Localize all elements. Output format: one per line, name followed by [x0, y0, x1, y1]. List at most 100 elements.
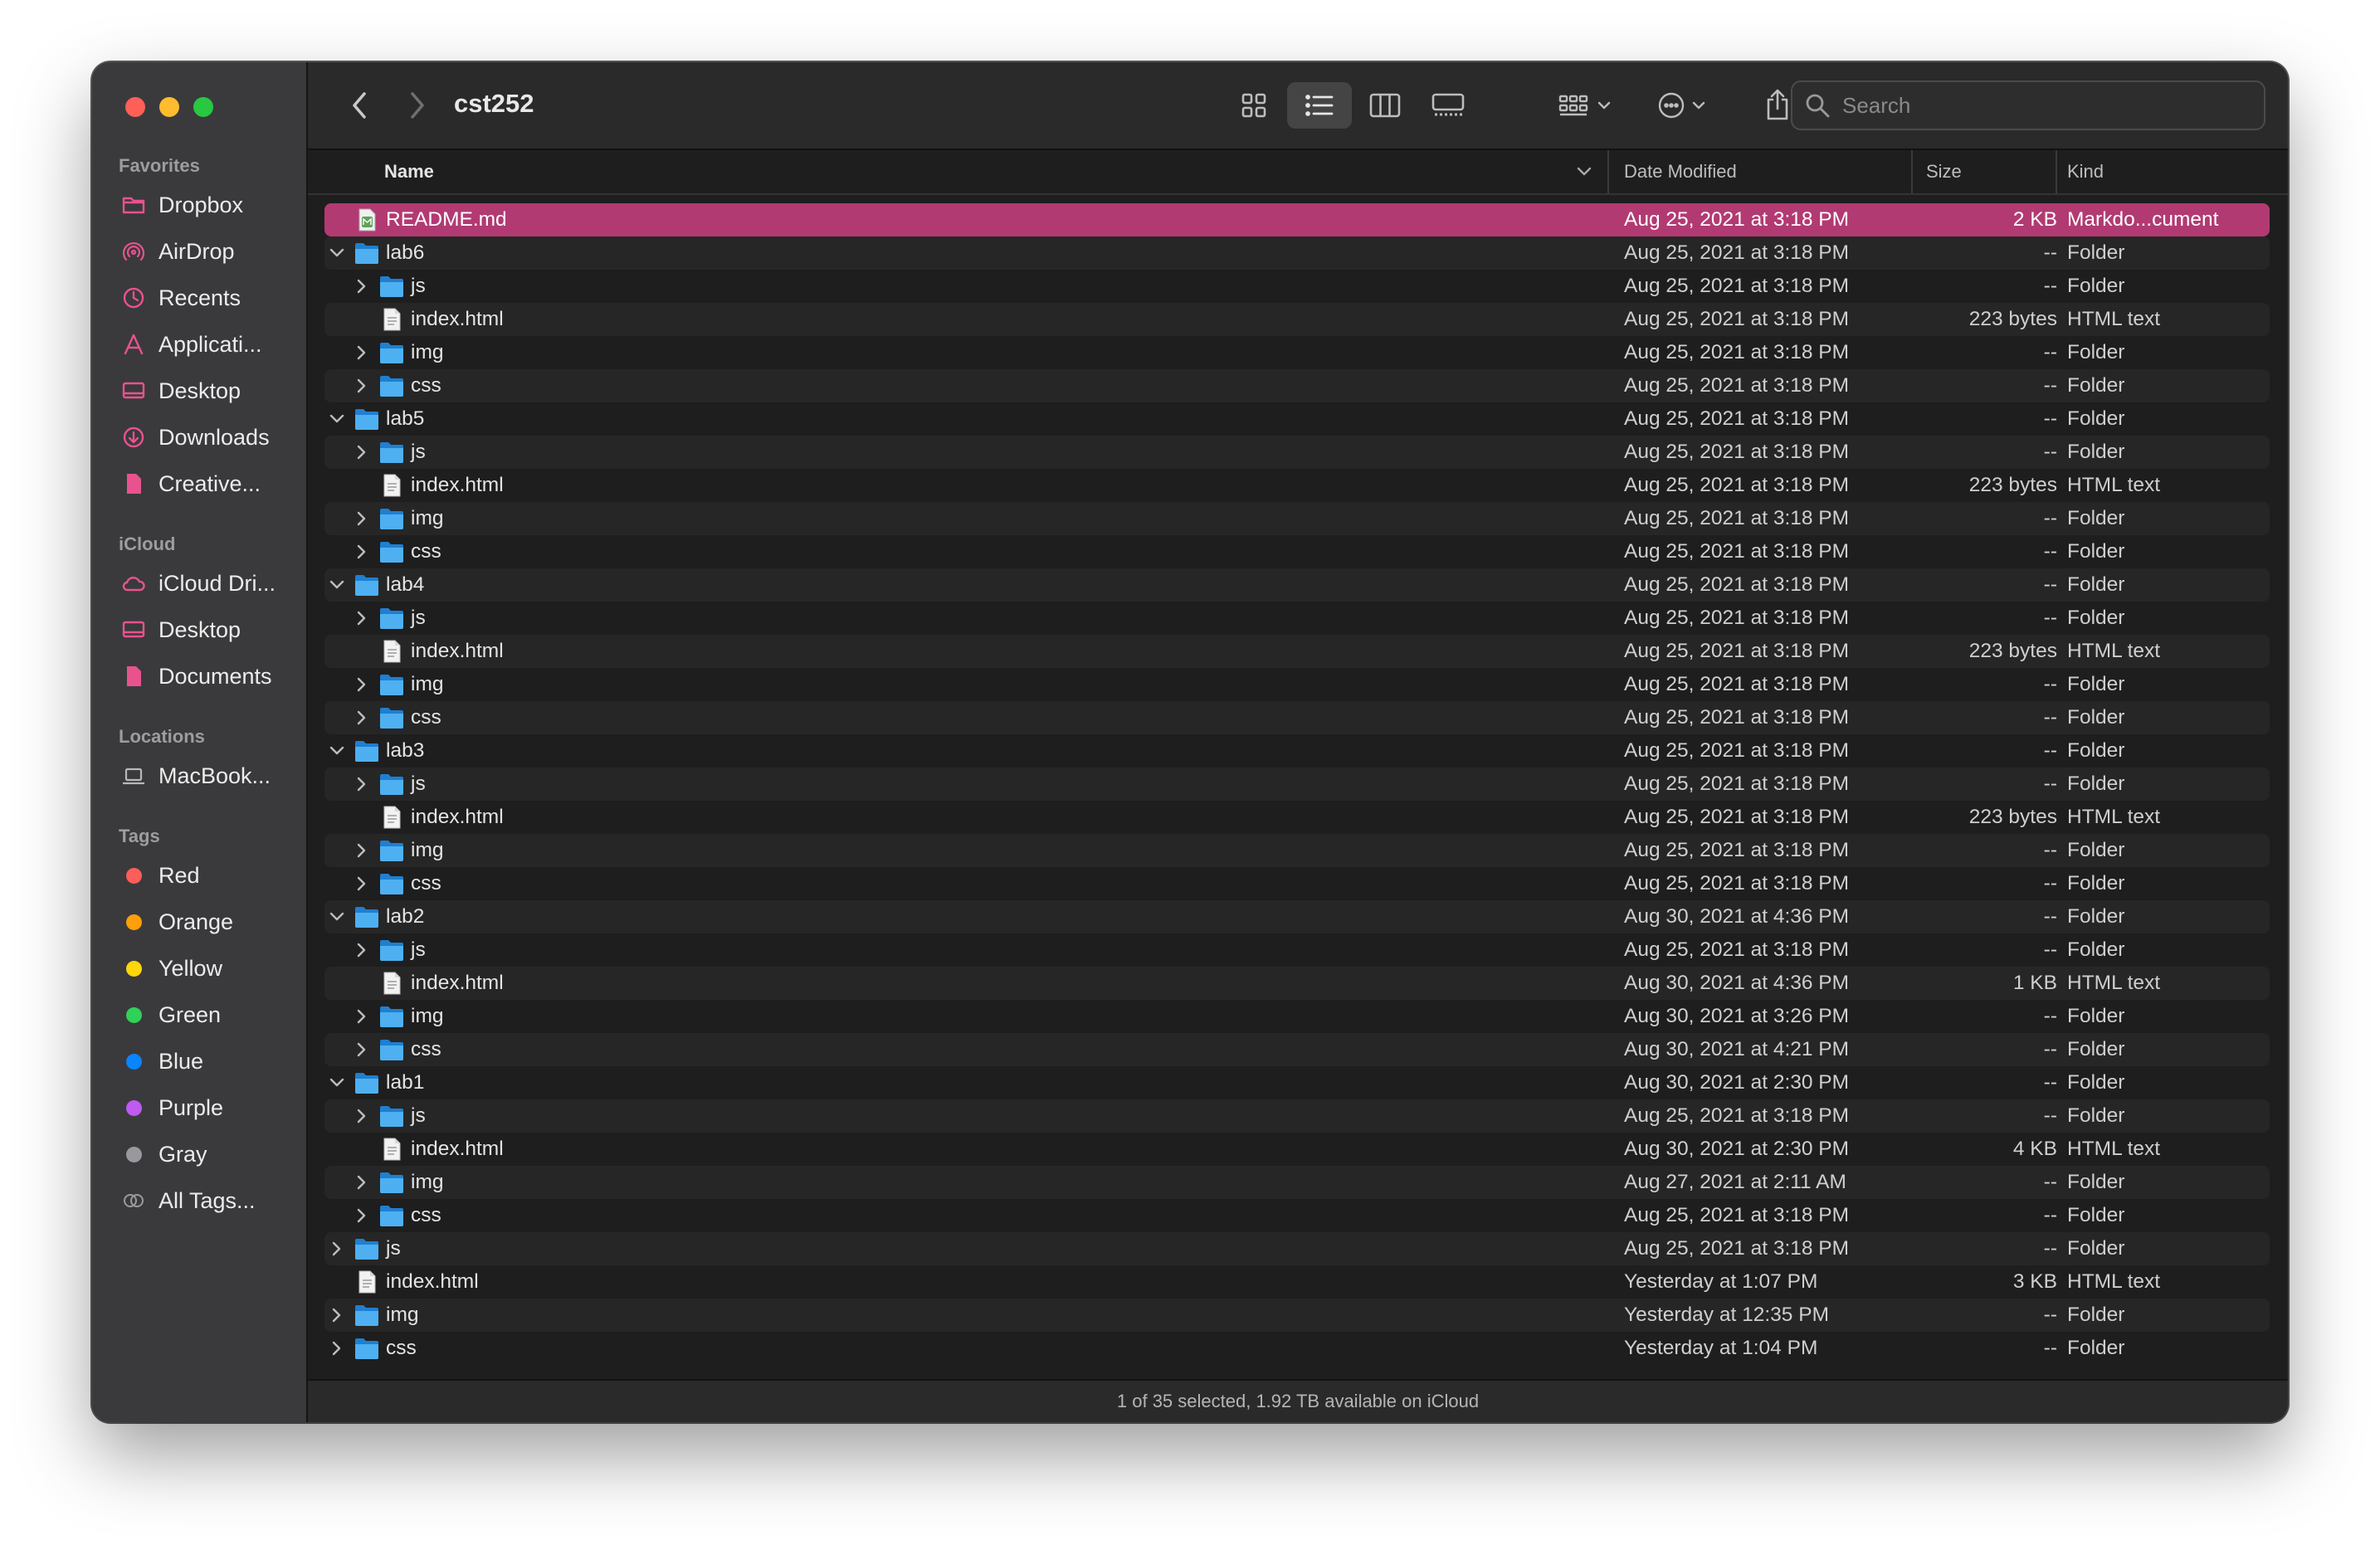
disclosure-collapsed-icon[interactable]	[353, 1206, 371, 1225]
disclosure-expanded-icon[interactable]	[328, 410, 346, 428]
file-row[interactable]: js Aug 25, 2021 at 3:18 PM -- Folder	[324, 602, 2270, 635]
file-row[interactable]: js Aug 25, 2021 at 3:18 PM -- Folder	[324, 1099, 2270, 1133]
file-row[interactable]: css Aug 25, 2021 at 3:18 PM -- Folder	[324, 867, 2270, 900]
disclosure-expanded-icon[interactable]	[328, 576, 346, 594]
column-view-button[interactable]	[1360, 82, 1410, 129]
file-row[interactable]: index.html Aug 25, 2021 at 3:18 PM 223 byt…	[324, 635, 2270, 668]
sidebar-item-all-tags[interactable]: All Tags...	[120, 1184, 295, 1217]
forward-button[interactable]	[399, 87, 436, 124]
group-by-button[interactable]	[1553, 82, 1619, 129]
disclosure-collapsed-icon[interactable]	[353, 775, 371, 793]
disclosure-collapsed-icon[interactable]	[353, 709, 371, 727]
file-row[interactable]: index.html Yesterday at 1:07 PM 3 KB HTML t…	[324, 1265, 2270, 1299]
sidebar-item-orange[interactable]: Orange	[120, 905, 295, 938]
disclosure-collapsed-icon[interactable]	[353, 509, 371, 528]
sidebar-item-macbook[interactable]: MacBook...	[120, 759, 295, 792]
file-row[interactable]: img Aug 30, 2021 at 3:26 PM -- Folder	[324, 1000, 2270, 1033]
sidebar-item-documents[interactable]: Documents	[120, 660, 295, 693]
disclosure-collapsed-icon[interactable]	[353, 344, 371, 362]
disclosure-collapsed-icon[interactable]	[353, 1007, 371, 1026]
file-row[interactable]: img Aug 25, 2021 at 3:18 PM -- Folder	[324, 668, 2270, 701]
disclosure-collapsed-icon[interactable]	[353, 443, 371, 461]
file-row[interactable]: index.html Aug 30, 2021 at 2:30 PM 4 KB HTM…	[324, 1133, 2270, 1166]
column-date-header[interactable]: Date Modified	[1624, 150, 1737, 193]
sidebar-item-icloud-dri[interactable]: iCloud Dri...	[120, 567, 295, 600]
column-divider[interactable]	[2056, 150, 2057, 193]
icon-view-button[interactable]	[1229, 82, 1279, 129]
column-kind-header[interactable]: Kind	[2067, 150, 2104, 193]
sidebar-item-gray[interactable]: Gray	[120, 1138, 295, 1171]
file-row[interactable]: img Aug 27, 2021 at 2:11 AM -- Folder	[324, 1166, 2270, 1199]
file-row[interactable]: js Aug 25, 2021 at 3:18 PM -- Folder	[324, 933, 2270, 967]
file-row[interactable]: css Aug 25, 2021 at 3:18 PM -- Folder	[324, 1199, 2270, 1232]
file-row[interactable]: js Aug 25, 2021 at 3:18 PM -- Folder	[324, 1232, 2270, 1265]
file-row[interactable]: lab4 Aug 25, 2021 at 3:18 PM -- Folder	[324, 568, 2270, 602]
file-row[interactable]: lab6 Aug 25, 2021 at 3:18 PM -- Folder	[324, 236, 2270, 270]
file-row[interactable]: css Yesterday at 1:04 PM -- Folder	[324, 1332, 2270, 1365]
file-row[interactable]: img Yesterday at 12:35 PM -- Folder	[324, 1299, 2270, 1332]
file-row[interactable]: lab2 Aug 30, 2021 at 4:36 PM -- Folder	[324, 900, 2270, 933]
file-row[interactable]: lab1 Aug 30, 2021 at 2:30 PM -- Folder	[324, 1066, 2270, 1099]
sidebar-item-downloads[interactable]: Downloads	[120, 421, 295, 454]
file-row[interactable]: img Aug 25, 2021 at 3:18 PM -- Folder	[324, 502, 2270, 535]
sidebar-item-applicati[interactable]: Applicati...	[120, 328, 295, 361]
zoom-window-button[interactable]	[193, 97, 213, 117]
disclosure-collapsed-icon[interactable]	[328, 1240, 346, 1258]
search-field[interactable]	[1791, 80, 2265, 130]
file-list[interactable]: README.md Aug 25, 2021 at 3:18 PM 2 KB Mark…	[324, 203, 2270, 1365]
disclosure-collapsed-icon[interactable]	[353, 1173, 371, 1192]
file-row[interactable]: css Aug 30, 2021 at 4:21 PM -- Folder	[324, 1033, 2270, 1066]
disclosure-expanded-icon[interactable]	[328, 908, 346, 926]
file-row[interactable]: css Aug 25, 2021 at 3:18 PM -- Folder	[324, 701, 2270, 734]
sidebar-item-green[interactable]: Green	[120, 998, 295, 1031]
sidebar-item-desktop[interactable]: Desktop	[120, 374, 295, 407]
sidebar-item-dropbox[interactable]: Dropbox	[120, 188, 295, 222]
disclosure-expanded-icon[interactable]	[328, 244, 346, 262]
disclosure-collapsed-icon[interactable]	[353, 875, 371, 893]
search-input[interactable]	[1841, 91, 2242, 119]
disclosure-collapsed-icon[interactable]	[353, 675, 371, 694]
file-row[interactable]: README.md Aug 25, 2021 at 3:18 PM 2 KB Mark…	[324, 203, 2270, 236]
sidebar-item-recents[interactable]: Recents	[120, 281, 295, 314]
close-window-button[interactable]	[125, 97, 145, 117]
sidebar-item-yellow[interactable]: Yellow	[120, 952, 295, 985]
disclosure-collapsed-icon[interactable]	[353, 609, 371, 627]
minimize-window-button[interactable]	[159, 97, 179, 117]
disclosure-collapsed-icon[interactable]	[328, 1306, 346, 1324]
sidebar-item-red[interactable]: Red	[120, 859, 295, 892]
file-row[interactable]: js Aug 25, 2021 at 3:18 PM -- Folder	[324, 270, 2270, 303]
file-row[interactable]: img Aug 25, 2021 at 3:18 PM -- Folder	[324, 336, 2270, 369]
sidebar-item-purple[interactable]: Purple	[120, 1091, 295, 1124]
file-row[interactable]: lab3 Aug 25, 2021 at 3:18 PM -- Folder	[324, 734, 2270, 768]
disclosure-collapsed-icon[interactable]	[353, 1107, 371, 1125]
sort-chevron[interactable]	[1576, 150, 1592, 193]
sidebar-item-creative[interactable]: Creative...	[120, 467, 295, 500]
column-divider[interactable]	[1607, 150, 1609, 193]
back-button[interactable]	[341, 87, 378, 124]
sidebar-item-desktop[interactable]: Desktop	[120, 613, 295, 646]
disclosure-collapsed-icon[interactable]	[353, 543, 371, 561]
column-size-header[interactable]: Size	[1926, 150, 1962, 193]
disclosure-collapsed-icon[interactable]	[353, 841, 371, 860]
file-row[interactable]: lab5 Aug 25, 2021 at 3:18 PM -- Folder	[324, 402, 2270, 436]
file-row[interactable]: index.html Aug 25, 2021 at 3:18 PM 223 byt…	[324, 469, 2270, 502]
file-row[interactable]: img Aug 25, 2021 at 3:18 PM -- Folder	[324, 834, 2270, 867]
disclosure-collapsed-icon[interactable]	[353, 277, 371, 295]
file-row[interactable]: index.html Aug 25, 2021 at 3:18 PM 223 byt…	[324, 303, 2270, 336]
column-divider[interactable]	[1911, 150, 1913, 193]
column-name-header[interactable]: Name	[384, 150, 434, 193]
disclosure-collapsed-icon[interactable]	[353, 377, 371, 395]
file-row[interactable]: index.html Aug 30, 2021 at 4:36 PM 1 KB HTM…	[324, 967, 2270, 1000]
action-menu-button[interactable]	[1652, 82, 1719, 129]
disclosure-expanded-icon[interactable]	[328, 742, 346, 760]
gallery-view-button[interactable]	[1423, 82, 1473, 129]
sidebar-item-blue[interactable]: Blue	[120, 1045, 295, 1078]
list-view-button[interactable]	[1287, 82, 1352, 129]
file-row[interactable]: js Aug 25, 2021 at 3:18 PM -- Folder	[324, 436, 2270, 469]
file-row[interactable]: js Aug 25, 2021 at 3:18 PM -- Folder	[324, 768, 2270, 801]
sidebar-item-airdrop[interactable]: AirDrop	[120, 235, 295, 268]
file-row[interactable]: index.html Aug 25, 2021 at 3:18 PM 223 byt…	[324, 801, 2270, 834]
file-row[interactable]: css Aug 25, 2021 at 3:18 PM -- Folder	[324, 369, 2270, 402]
disclosure-collapsed-icon[interactable]	[328, 1339, 346, 1357]
disclosure-collapsed-icon[interactable]	[353, 941, 371, 959]
